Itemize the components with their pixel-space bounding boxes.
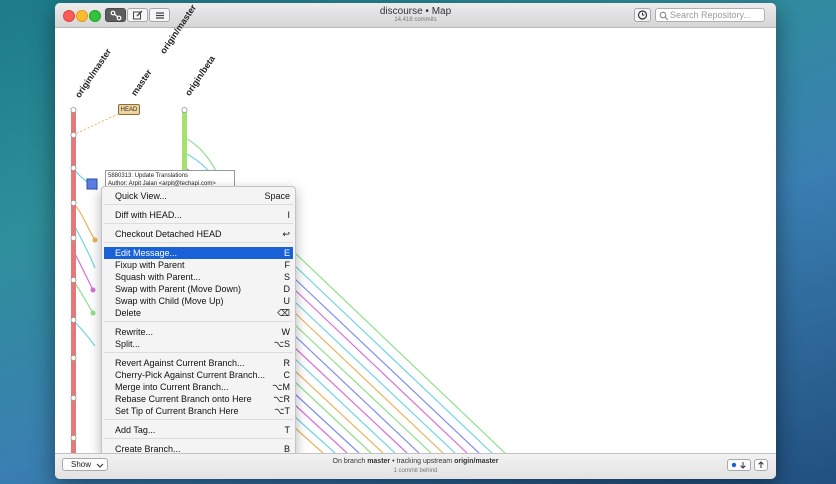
- menu-item-revert[interactable]: Revert Against Current Branch... R: [104, 357, 293, 369]
- menu-item-merge[interactable]: Merge into Current Branch... ⌥M: [104, 381, 293, 393]
- search-field[interactable]: [655, 8, 765, 22]
- menu-item-label: Diff with HEAD...: [115, 210, 182, 220]
- menu-item-shortcut: R: [283, 358, 291, 368]
- menu-item-squash-with-parent[interactable]: Squash with Parent... S: [104, 271, 293, 283]
- menu-item-label: Rebase Current Branch onto Here: [115, 394, 252, 404]
- head-tag[interactable]: HEAD: [118, 104, 140, 115]
- search-icon: [659, 11, 669, 21]
- menu-item-edit-message[interactable]: Edit Message... E: [104, 247, 293, 259]
- history-button[interactable]: [634, 8, 651, 22]
- menu-item-add-tag[interactable]: Add Tag... T: [104, 424, 293, 436]
- push-button[interactable]: [754, 459, 768, 471]
- menu-item-split[interactable]: Split... ⌥S: [104, 338, 293, 350]
- menu-item-label: Quick View...: [115, 191, 167, 201]
- menu-item-swap-with-parent[interactable]: Swap with Parent (Move Down) D: [104, 283, 293, 295]
- dot-arrow-down-icon: [731, 462, 746, 469]
- status-bar: Show On branch master • tracking upstrea…: [55, 453, 776, 479]
- menu-separator: [104, 419, 293, 420]
- status-prefix: On branch: [332, 458, 368, 465]
- menu-item-shortcut: ⌥S: [273, 339, 290, 349]
- menu-item-quick-view[interactable]: Quick View... Space: [104, 190, 293, 202]
- colored-commit-nodes: [90, 237, 98, 316]
- context-menu: Quick View... Space Diff with HEAD... I Ch…: [101, 186, 296, 456]
- menu-separator: [104, 352, 293, 353]
- menu-item-shortcut: W: [281, 327, 291, 337]
- menu-item-label: Revert Against Current Branch...: [115, 358, 245, 368]
- menu-item-rewrite[interactable]: Rewrite... W: [104, 326, 293, 338]
- menu-item-shortcut: ⌥R: [273, 394, 290, 404]
- menu-item-set-tip[interactable]: Set Tip of Current Branch Here ⌥T: [104, 405, 293, 417]
- head-link: [72, 113, 119, 136]
- menu-item-diff-with-head[interactable]: Diff with HEAD... I: [104, 209, 293, 221]
- menu-item-checkout-detached-head[interactable]: Checkout Detached HEAD ↩: [104, 228, 293, 240]
- menu-item-shortcut: I: [287, 210, 290, 220]
- title-bar: discourse • Map 14,418 commits: [55, 3, 776, 28]
- menu-item-shortcut: S: [283, 272, 290, 282]
- menu-item-label: Fixup with Parent: [115, 260, 185, 270]
- menu-item-label: Add Tag...: [115, 425, 156, 435]
- status-mid: • tracking upstream: [390, 458, 455, 465]
- tooltip-message: : Update Translations: [131, 173, 189, 179]
- menu-item-label: Rewrite...: [115, 327, 154, 337]
- arrow-up-icon: [758, 461, 764, 468]
- menu-item-shortcut: C: [283, 370, 291, 380]
- menu-item-delete[interactable]: Delete ⌫: [104, 307, 293, 319]
- menu-item-label: Checkout Detached HEAD: [115, 229, 222, 239]
- menu-item-label: Cherry-Pick Against Current Branch...: [115, 370, 266, 380]
- menu-item-shortcut: ⌥T: [274, 406, 290, 416]
- menu-item-rebase[interactable]: Rebase Current Branch onto Here ⌥R: [104, 393, 293, 405]
- menu-item-label: Swap with Child (Move Up): [115, 296, 224, 306]
- current-branch: master: [367, 458, 391, 465]
- selected-commit[interactable]: [86, 178, 98, 190]
- menu-item-label: Merge into Current Branch...: [115, 382, 229, 392]
- menu-item-fixup-with-parent[interactable]: Fixup with Parent F: [104, 259, 293, 271]
- menu-item-label: Set Tip of Current Branch Here: [115, 406, 239, 416]
- menu-item-cherry-pick[interactable]: Cherry-Pick Against Current Branch... C: [104, 369, 293, 381]
- menu-item-shortcut: E: [283, 248, 290, 258]
- menu-separator: [104, 438, 293, 439]
- menu-separator: [104, 204, 293, 205]
- menu-item-label: Edit Message...: [115, 248, 178, 258]
- menu-item-label: Split...: [115, 339, 141, 349]
- menu-item-label: Swap with Parent (Move Down): [115, 284, 242, 294]
- menu-separator: [104, 321, 293, 322]
- upstream-branch: origin/master: [454, 458, 499, 465]
- clock-icon: [637, 10, 648, 20]
- commits-behind: 1 commit behind: [393, 468, 438, 474]
- menu-separator: [104, 242, 293, 243]
- menu-item-shortcut: F: [284, 260, 291, 270]
- menu-separator: [104, 223, 293, 224]
- menu-item-shortcut: T: [284, 425, 291, 435]
- menu-item-label: Squash with Parent...: [115, 272, 201, 282]
- menu-item-shortcut: Space: [264, 191, 290, 201]
- menu-item-swap-with-child[interactable]: Swap with Child (Move Up) U: [104, 295, 293, 307]
- menu-item-shortcut: ⌥M: [272, 382, 290, 392]
- tooltip-hash: 5880313: [108, 173, 132, 179]
- menu-item-shortcut: ⌫: [277, 308, 290, 318]
- fetch-button[interactable]: [727, 459, 751, 471]
- menu-item-shortcut: ↩: [282, 229, 290, 239]
- app-window: discourse • Map 14,418 commits Search Re…: [55, 3, 776, 479]
- left-branch-curves: [72, 167, 98, 347]
- search-input[interactable]: [670, 9, 762, 21]
- branch-status: On branch master • tracking upstream ori…: [55, 458, 776, 465]
- menu-item-shortcut: U: [283, 296, 291, 306]
- menu-item-shortcut: D: [283, 284, 291, 294]
- commit-graph-canvas[interactable]: origin/master master origin/master origi…: [55, 3, 776, 456]
- beta-branch-lane: [182, 108, 187, 178]
- tooltip-commit-line: 5880313: Update Translations: [108, 172, 232, 180]
- menu-item-label: Delete: [115, 308, 142, 318]
